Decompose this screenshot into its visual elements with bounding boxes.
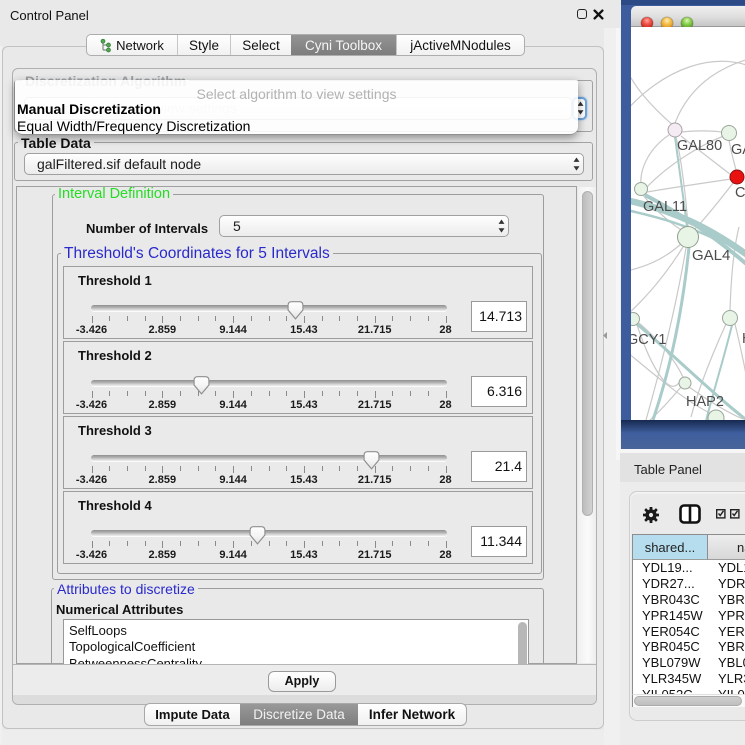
svg-text:GAL11: GAL11 — [643, 199, 687, 215]
svg-text:HAP2: HAP2 — [686, 394, 724, 410]
svg-text:GA: GA — [731, 142, 745, 158]
svg-text:GCY1: GCY1 — [631, 332, 667, 348]
svg-text:GAL4: GAL4 — [692, 247, 730, 264]
svg-text:GAL80: GAL80 — [677, 138, 722, 154]
svg-text:C: C — [735, 185, 745, 201]
